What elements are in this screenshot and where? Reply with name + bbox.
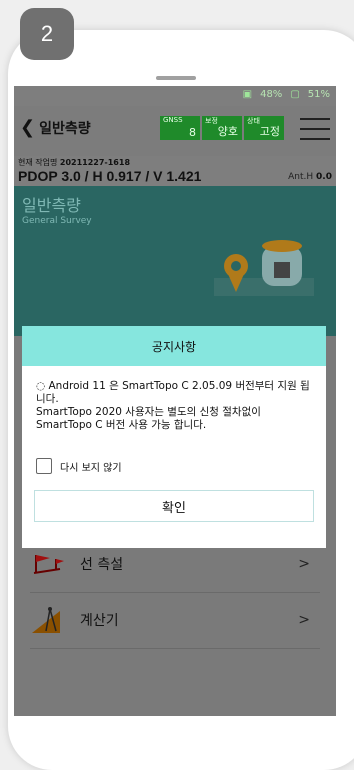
battery-icon: ▣: [242, 89, 253, 100]
gnss-label: GNSS: [163, 116, 183, 124]
checkbox-label: 다시 보지 않기: [60, 462, 122, 474]
ant-height: Ant.H 0.0: [288, 172, 332, 182]
state-cell: 상태 고정: [244, 116, 284, 140]
job-label: 현재 작업명: [18, 158, 58, 167]
list-item-label: 선 측설: [80, 557, 124, 573]
gnss-value: 8: [189, 126, 196, 139]
state-value: 고정: [259, 125, 280, 138]
flag-icon: [33, 555, 64, 574]
ok-button[interactable]: 확인: [34, 490, 314, 522]
app-header: ❮ 일반측량 GNSS 8 보정 양호 상태 고정: [14, 106, 336, 156]
status-bar: ▣ 48% ▢ 51%: [14, 86, 336, 106]
battery-icon: ▢: [290, 89, 300, 100]
survey-banner: 일반측량 General Survey: [14, 186, 336, 336]
chevron-right-icon: >: [298, 612, 310, 628]
correction-label: 보정: [205, 117, 218, 125]
dont-show-again-checkbox[interactable]: 다시 보지 않기: [36, 458, 326, 474]
pdop-readout: PDOP 3.0 / H 0.917 / V 1.421: [18, 168, 202, 184]
battery-a: 48%: [260, 89, 283, 100]
battery-b: 51%: [307, 89, 330, 100]
menu-icon[interactable]: [300, 118, 330, 140]
dialog-message: ◌ Android 11 은 SmartTopo C 2.05.09 버전부터 …: [22, 366, 326, 432]
dialog-line-1: ◌ Android 11 은 SmartTopo C 2.05.09 버전부터 …: [36, 380, 310, 405]
gnss-receiver-icon: [214, 240, 314, 296]
list-item-calculator[interactable]: 계산기 >: [30, 592, 320, 649]
correction-value: 양호: [217, 125, 238, 138]
back-button[interactable]: ❮ 일반측량: [20, 118, 91, 138]
chevron-right-icon: >: [298, 556, 310, 572]
banner-title: 일반측량: [22, 196, 81, 215]
calculator-icon: [32, 607, 60, 633]
dialog-line-2: SmartTopo 2020 사용자는 별도의 신청 절차없이 SmartTop…: [36, 406, 261, 431]
speaker: [156, 76, 196, 80]
list-item-label: 계산기: [80, 613, 119, 629]
gnss-status: GNSS 8 보정 양호 상태 고정: [160, 116, 284, 140]
job-value: 20211227-1618: [59, 158, 131, 167]
job-line: 현재 작업명 20211227-1618: [18, 156, 332, 168]
chevron-left-icon: ❮: [20, 117, 36, 138]
step-badge: 2: [20, 8, 74, 60]
ant-height-label: Ant.H: [288, 172, 314, 182]
dialog-title: 공지사항: [22, 326, 326, 366]
correction-cell: 보정 양호: [202, 116, 242, 140]
gnss-cell: GNSS 8: [160, 116, 200, 140]
back-label: 일반측량: [39, 121, 91, 137]
job-info: 현재 작업명 20211227-1618 PDOP 3.0 / H 0.917 …: [14, 156, 336, 186]
checkbox-icon[interactable]: [36, 458, 52, 474]
notice-dialog: 공지사항 ◌ Android 11 은 SmartTopo C 2.05.09 …: [22, 326, 326, 548]
ant-height-value: 0.0: [316, 172, 332, 182]
state-label: 상태: [247, 117, 260, 125]
banner-subtitle: General Survey: [22, 216, 92, 226]
